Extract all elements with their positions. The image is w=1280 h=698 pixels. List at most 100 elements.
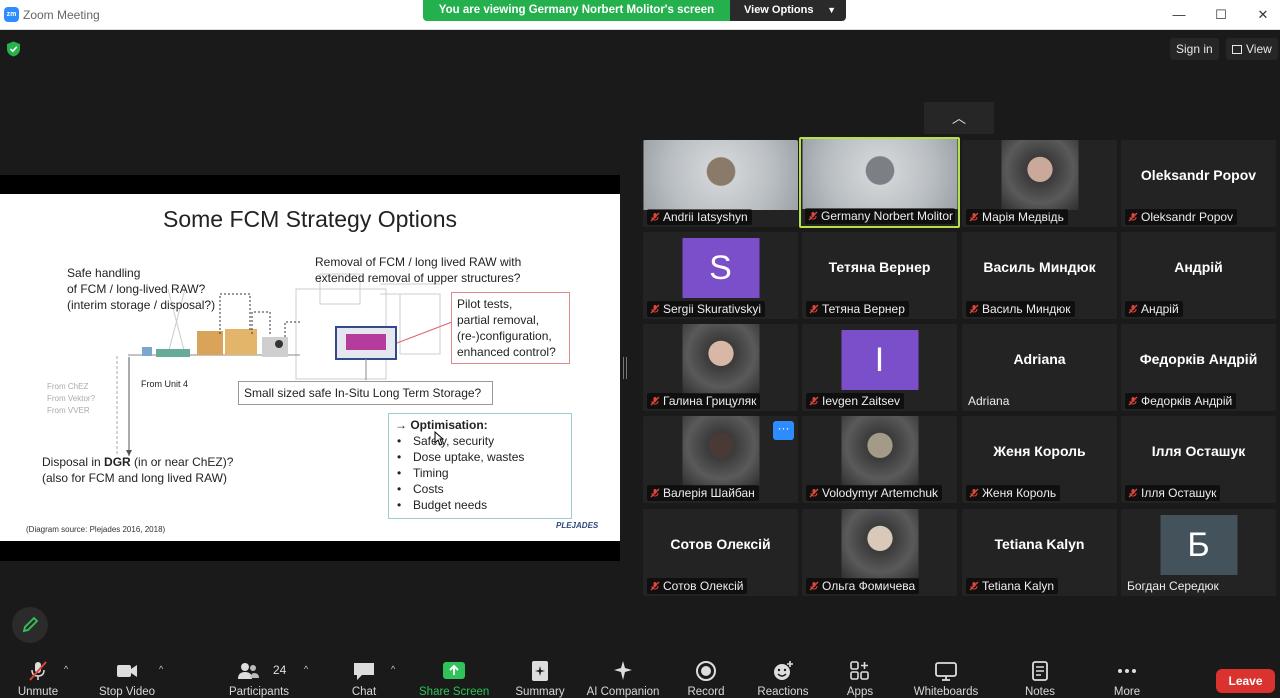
disposal-bold: DGR bbox=[104, 455, 131, 469]
apps-button[interactable]: Apps bbox=[840, 652, 880, 698]
participant-video-photo bbox=[682, 416, 759, 486]
participants-button[interactable]: 24 Participants bbox=[226, 652, 292, 698]
participant-tile[interactable]: Adriana Adriana bbox=[962, 324, 1117, 411]
diagram-source: (Diagram source: Plejades 2016, 2018) bbox=[26, 525, 166, 534]
participant-tile[interactable]: S Sergii Skurativskyi bbox=[643, 232, 798, 319]
participant-tile[interactable]: Женя Король Женя Король bbox=[962, 416, 1117, 503]
participant-tile[interactable]: Андрій Андрій bbox=[1121, 232, 1276, 319]
view-button[interactable]: View bbox=[1226, 38, 1278, 60]
optimisation-title: → Optimisation: bbox=[395, 418, 488, 432]
participant-tile[interactable]: Тетяна Вернер Тетяна Вернер bbox=[802, 232, 957, 319]
maximize-icon[interactable]: ☐ bbox=[1198, 0, 1244, 30]
pilot-line: Pilot tests, bbox=[457, 297, 513, 311]
participant-name-label: Ілля Осташук bbox=[1125, 485, 1221, 501]
mouse-cursor-icon bbox=[434, 431, 444, 446]
unmute-button[interactable]: Unmute bbox=[12, 652, 64, 698]
removal-line: extended removal of upper structures? bbox=[315, 271, 521, 285]
summary-button[interactable]: Summary bbox=[510, 652, 570, 698]
more-button[interactable]: More bbox=[1107, 652, 1147, 698]
participant-name-label: Василь Миндюк bbox=[966, 301, 1075, 317]
video-options-caret[interactable]: ^ bbox=[159, 652, 169, 698]
participant-name-label: Oleksandr Popov bbox=[1125, 209, 1238, 225]
close-icon[interactable]: ✕ bbox=[1240, 0, 1280, 30]
share-screen-button[interactable]: Share Screen bbox=[419, 652, 489, 698]
view-button-label: View bbox=[1246, 42, 1272, 56]
participant-tile[interactable]: Germany Norbert Molitor bbox=[799, 137, 960, 228]
participants-count: 24 bbox=[273, 663, 287, 677]
participant-name-label: Volodymyr Artemchuk bbox=[806, 485, 943, 501]
apps-grid-icon bbox=[850, 661, 869, 680]
ai-companion-button[interactable]: AI Companion bbox=[582, 652, 664, 698]
participant-name: Ievgen Zaitsev bbox=[822, 394, 901, 408]
participant-tile[interactable]: Б Богдан Середюк bbox=[1121, 509, 1276, 596]
notes-button[interactable]: Notes bbox=[1020, 652, 1060, 698]
participant-name: Andrii Iatsyshyn bbox=[663, 210, 748, 224]
minimize-icon[interactable]: — bbox=[1156, 0, 1202, 30]
participant-tile[interactable]: Andrii Iatsyshyn bbox=[643, 140, 798, 227]
share-screen-icon bbox=[443, 662, 465, 679]
participant-name-label: Женя Король bbox=[966, 485, 1061, 501]
participant-tile[interactable]: Ілля Осташук Ілля Осташук bbox=[1121, 416, 1276, 503]
participants-options-caret[interactable]: ^ bbox=[304, 652, 314, 698]
participant-name: Женя Король bbox=[982, 486, 1057, 500]
source-label: From Vektor? bbox=[47, 394, 96, 403]
participant-tile[interactable]: Volodymyr Artemchuk bbox=[802, 416, 957, 503]
reactions-button[interactable]: Reactions bbox=[752, 652, 814, 698]
split-view-divider[interactable] bbox=[623, 357, 627, 379]
sign-in-button[interactable]: Sign in bbox=[1170, 38, 1219, 60]
disposal-line: (also for FCM and long lived RAW) bbox=[42, 471, 227, 485]
muted-mic-icon bbox=[29, 661, 47, 681]
chat-button[interactable]: Chat bbox=[346, 652, 382, 698]
participant-name: Сотов Олексій bbox=[663, 579, 744, 593]
tile-more-options-icon[interactable]: ··· bbox=[773, 421, 794, 440]
stop-video-button[interactable]: Stop Video bbox=[95, 652, 159, 698]
shared-screen[interactable]: Some FCM Strategy Options Safe handling … bbox=[0, 175, 620, 561]
participant-tile[interactable]: Василь Миндюк Василь Миндюк bbox=[962, 232, 1117, 319]
removal-line: Removal of FCM / long lived RAW with bbox=[315, 255, 522, 269]
caret-up-icon: ^ bbox=[64, 664, 69, 674]
participant-name-label: Сотов Олексій bbox=[647, 578, 748, 594]
more-dots-icon bbox=[1118, 669, 1136, 673]
annotate-pencil-button[interactable] bbox=[12, 607, 48, 643]
participant-avatar: Б bbox=[1160, 515, 1237, 575]
participant-display-name: Tetiana Kalyn bbox=[994, 536, 1085, 552]
removal-text: Removal of FCM / long lived RAW with ext… bbox=[315, 254, 521, 286]
chat-options-caret[interactable]: ^ bbox=[391, 652, 401, 698]
muted-mic-icon bbox=[809, 488, 819, 498]
encryption-shield-icon[interactable] bbox=[6, 41, 21, 57]
zoom-window: zm Zoom Meeting — ☐ ✕ You are viewing Ge… bbox=[0, 0, 1280, 698]
muted-mic-icon bbox=[969, 212, 979, 222]
pilot-tests-box: Pilot tests, partial removal, (re-)confi… bbox=[451, 292, 570, 364]
safe-handling-line: of FCM / long-lived RAW? bbox=[67, 282, 206, 296]
participant-name-label: Ольга Фомичева bbox=[806, 578, 920, 594]
participant-tile[interactable]: I Ievgen Zaitsev bbox=[802, 324, 957, 411]
optimisation-box: → Optimisation: • Safety, security • Dose u… bbox=[388, 413, 572, 519]
participant-tile[interactable]: Марія Медвідь bbox=[962, 140, 1117, 227]
safe-handling-line: Safe handling bbox=[67, 266, 141, 280]
disposal-text: Disposal in DGR (in or near ChEZ)? (also… bbox=[42, 454, 233, 486]
muted-mic-icon bbox=[969, 304, 979, 314]
participant-tile[interactable]: Ольга Фомичева bbox=[802, 509, 957, 596]
participant-name: Ілля Осташук bbox=[1141, 486, 1217, 500]
audio-options-caret[interactable]: ^ bbox=[64, 652, 74, 698]
from-unit-label: From Unit 4 bbox=[141, 379, 189, 389]
participant-name: Галина Грицуляк bbox=[663, 394, 757, 408]
viewing-screen-message: You are viewing Germany Norbert Molitor'… bbox=[423, 0, 730, 21]
optimisation-list: • Safety, security • Dose uptake, wastes • Ti… bbox=[395, 433, 565, 513]
participant-video-photo bbox=[841, 509, 918, 579]
whiteboards-button[interactable]: Whiteboards bbox=[909, 652, 983, 698]
participant-name-label: Валерія Шайбан bbox=[647, 485, 759, 501]
participant-tile[interactable]: Tetiana Kalyn Tetiana Kalyn bbox=[962, 509, 1117, 596]
participant-tile[interactable]: Oleksandr Popov Oleksandr Popov bbox=[1121, 140, 1276, 227]
gallery-scroll-up-icon[interactable]: ︿ bbox=[924, 102, 994, 134]
participant-video-photo bbox=[682, 324, 759, 394]
notes-icon bbox=[1032, 661, 1048, 681]
participant-tile[interactable]: Сотов Олексій Сотов Олексій bbox=[643, 509, 798, 596]
record-button[interactable]: Record bbox=[684, 652, 728, 698]
participant-tile[interactable]: Галина Грицуляк bbox=[643, 324, 798, 411]
participant-tile[interactable]: Федорків Андрій Федорків Андрій bbox=[1121, 324, 1276, 411]
disposal-prefix: Disposal in bbox=[42, 455, 105, 469]
leave-button[interactable]: Leave bbox=[1216, 669, 1275, 693]
muted-mic-icon bbox=[808, 211, 818, 221]
view-options-button[interactable]: View Options ▼ bbox=[730, 0, 846, 21]
